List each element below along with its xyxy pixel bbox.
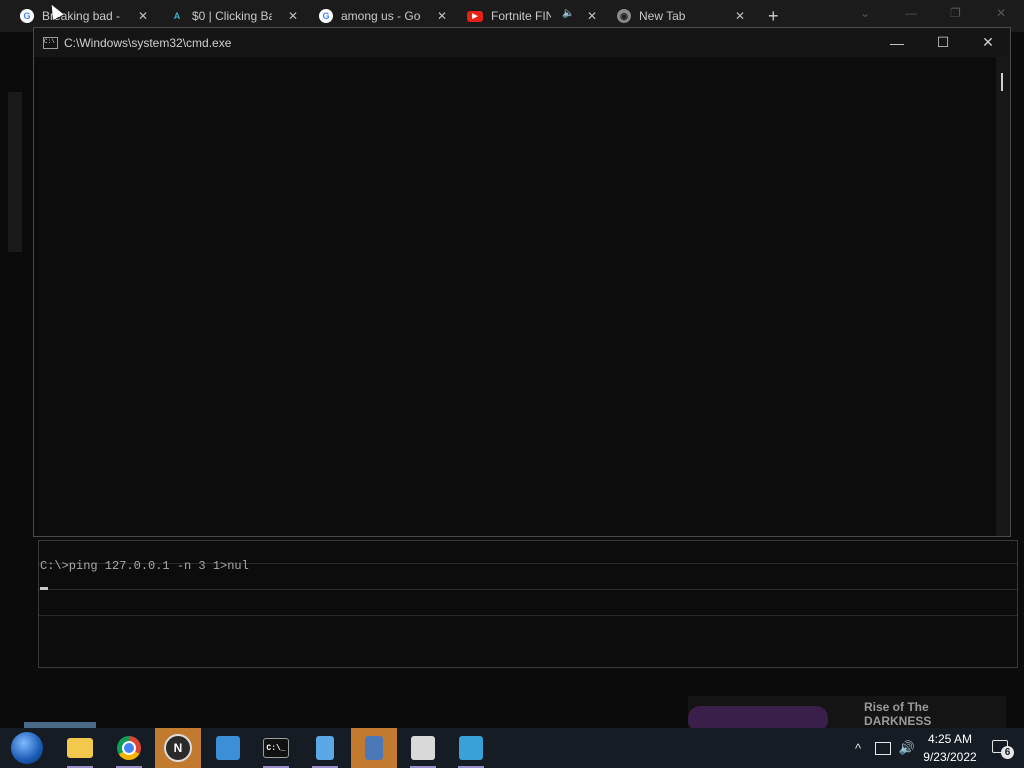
browser-close-icon[interactable]: ✕ xyxy=(996,6,1006,20)
taskbar-media-player[interactable] xyxy=(448,728,494,768)
windows-orb-icon xyxy=(11,732,43,764)
vertical-scrollbar[interactable] xyxy=(996,57,1010,536)
youtube-icon: ▶ xyxy=(467,10,483,22)
promo-banner[interactable]: Rise of The DARKNESS xyxy=(688,696,1006,728)
tab-title: New Tab xyxy=(639,9,686,23)
close-tab-icon[interactable]: ✕ xyxy=(587,9,597,23)
volume-icon[interactable]: 🔊 xyxy=(896,728,918,768)
text-cursor xyxy=(40,587,48,590)
minimize-button[interactable]: — xyxy=(874,28,920,57)
console-divider xyxy=(39,615,1017,616)
network-icon[interactable] xyxy=(872,728,894,768)
taskbar-n-app[interactable]: N xyxy=(155,728,201,768)
taskbar-file-explorer[interactable] xyxy=(57,728,103,768)
chevron-down-icon[interactable]: ⌄ xyxy=(860,6,870,20)
clock-time: 4:25 AM xyxy=(927,732,973,746)
console-command-line: C:\>ping 127.0.0.1 -n 3 1>nul xyxy=(40,559,249,573)
terminal-icon: C:\_ xyxy=(263,738,289,758)
scrollbar-thumb[interactable] xyxy=(1001,73,1003,91)
close-tab-icon[interactable]: ✕ xyxy=(288,9,298,23)
taskbar-notepad[interactable] xyxy=(302,728,348,768)
close-tab-icon[interactable]: ✕ xyxy=(138,9,148,23)
notepad-icon xyxy=(316,736,334,760)
white-app-icon xyxy=(411,736,435,760)
start-button[interactable] xyxy=(4,728,50,768)
taskbar-app-white[interactable] xyxy=(400,728,446,768)
calculator-icon xyxy=(365,736,383,760)
close-tab-icon[interactable]: ✕ xyxy=(735,9,745,23)
close-tab-icon[interactable]: ✕ xyxy=(437,9,447,23)
console-divider xyxy=(39,589,1017,590)
tab-title: Fortnite FIN xyxy=(491,9,551,23)
media-player-icon xyxy=(459,736,483,760)
promo-art-image xyxy=(688,706,828,728)
speaker-icon[interactable]: 🔈 xyxy=(562,8,574,19)
promo-title: Rise of The DARKNESS xyxy=(864,700,932,728)
browser-maximize-icon[interactable]: ❐ xyxy=(950,6,961,20)
maximize-button[interactable]: ☐ xyxy=(920,28,966,57)
taskbar-terminal[interactable]: C:\_ xyxy=(253,728,299,768)
n-logo-icon: N xyxy=(164,734,192,762)
tray-overflow-chevron[interactable]: ^ xyxy=(848,728,868,768)
window-title: C:\Windows\system32\cmd.exe xyxy=(64,36,232,50)
cmd-title-bar[interactable]: C:\ C:\Windows\system32\cmd.exe — ☐ ✕ xyxy=(34,28,1010,57)
notification-count: 6 xyxy=(1001,746,1014,759)
background-sidebar xyxy=(8,92,22,252)
action-center-button[interactable]: 6 xyxy=(990,738,1014,759)
clock-date: 9/23/2022 xyxy=(923,750,977,764)
taskbar-clock[interactable]: 4:25 AM 9/23/2022 xyxy=(918,730,982,766)
browser-minimize-icon[interactable]: — xyxy=(905,6,917,20)
tab-title: $0 | Clicking Ba xyxy=(192,9,272,23)
cmd-window[interactable]: C:\ C:\Windows\system32\cmd.exe — ☐ ✕ xyxy=(33,27,1011,537)
taskbar-chrome[interactable] xyxy=(106,728,152,768)
console-output-area[interactable] xyxy=(34,57,996,536)
google-icon: G xyxy=(319,9,333,23)
cmd-app-icon: C:\ xyxy=(43,37,58,49)
chrome-icon xyxy=(117,736,141,760)
taskbar: N C:\_ ^ 🔊 4:25 AM 9/23/2022 6 xyxy=(0,728,1024,768)
site-logo-icon: A xyxy=(173,11,181,21)
close-button[interactable]: ✕ xyxy=(965,28,1011,57)
taskbar-app-blue[interactable] xyxy=(205,728,251,768)
blue-app-icon xyxy=(216,736,240,760)
tab-title: among us - Goo xyxy=(341,9,421,23)
taskbar-calculator[interactable] xyxy=(351,728,397,768)
new-tab-button[interactable]: + xyxy=(768,6,779,27)
google-icon: G xyxy=(20,9,34,23)
chrome-icon: ◉ xyxy=(617,9,631,23)
background-console: C:\>ping 127.0.0.1 -n 3 1>nul xyxy=(38,540,1018,668)
folder-icon xyxy=(67,738,93,758)
